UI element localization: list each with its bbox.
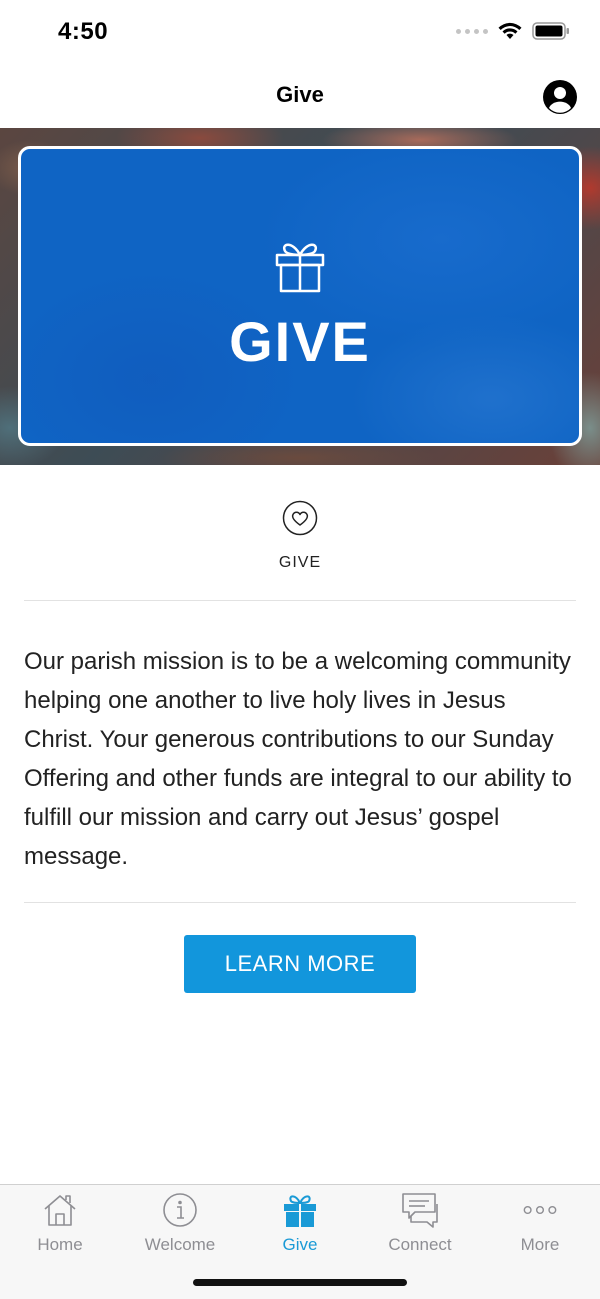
signal-icon [456,28,488,34]
divider [24,600,576,601]
status-bar: 4:50 [0,0,600,66]
battery-icon [532,22,569,40]
tab-label: Home [37,1235,83,1254]
tab-welcome[interactable]: Welcome [120,1185,240,1265]
tab-label: Give [282,1235,318,1254]
learn-more-button[interactable]: LEARN MORE [184,935,416,993]
profile-icon[interactable] [542,79,578,115]
tab-connect[interactable]: Connect [360,1185,480,1265]
more-icon [521,1191,559,1229]
home-indicator [193,1279,407,1286]
chat-icon [401,1191,439,1229]
home-icon [41,1191,79,1229]
wifi-icon [498,22,522,39]
tab-more[interactable]: More [480,1185,600,1265]
give-banner: GIVE [0,128,600,465]
page-title: Give [276,82,324,107]
status-icons [456,22,570,40]
tab-home[interactable]: Home [0,1185,120,1265]
tab-label: More [520,1235,560,1254]
section-label: GIVE [278,554,322,571]
nav-bar: Give [0,66,600,128]
banner-card: GIVE [18,146,582,446]
info-icon [161,1191,199,1229]
description-text: Our parish mission is to be a welcoming … [24,648,572,870]
banner-title: GIVE [229,310,371,373]
tab-label: Connect [388,1235,452,1254]
gift-icon [281,1191,319,1229]
tab-give[interactable]: Give [240,1185,360,1265]
status-time: 4:50 [58,18,109,45]
heart-icon [282,500,318,536]
divider [24,902,576,903]
gift-icon [275,243,325,293]
tab-label: Welcome [144,1235,216,1254]
